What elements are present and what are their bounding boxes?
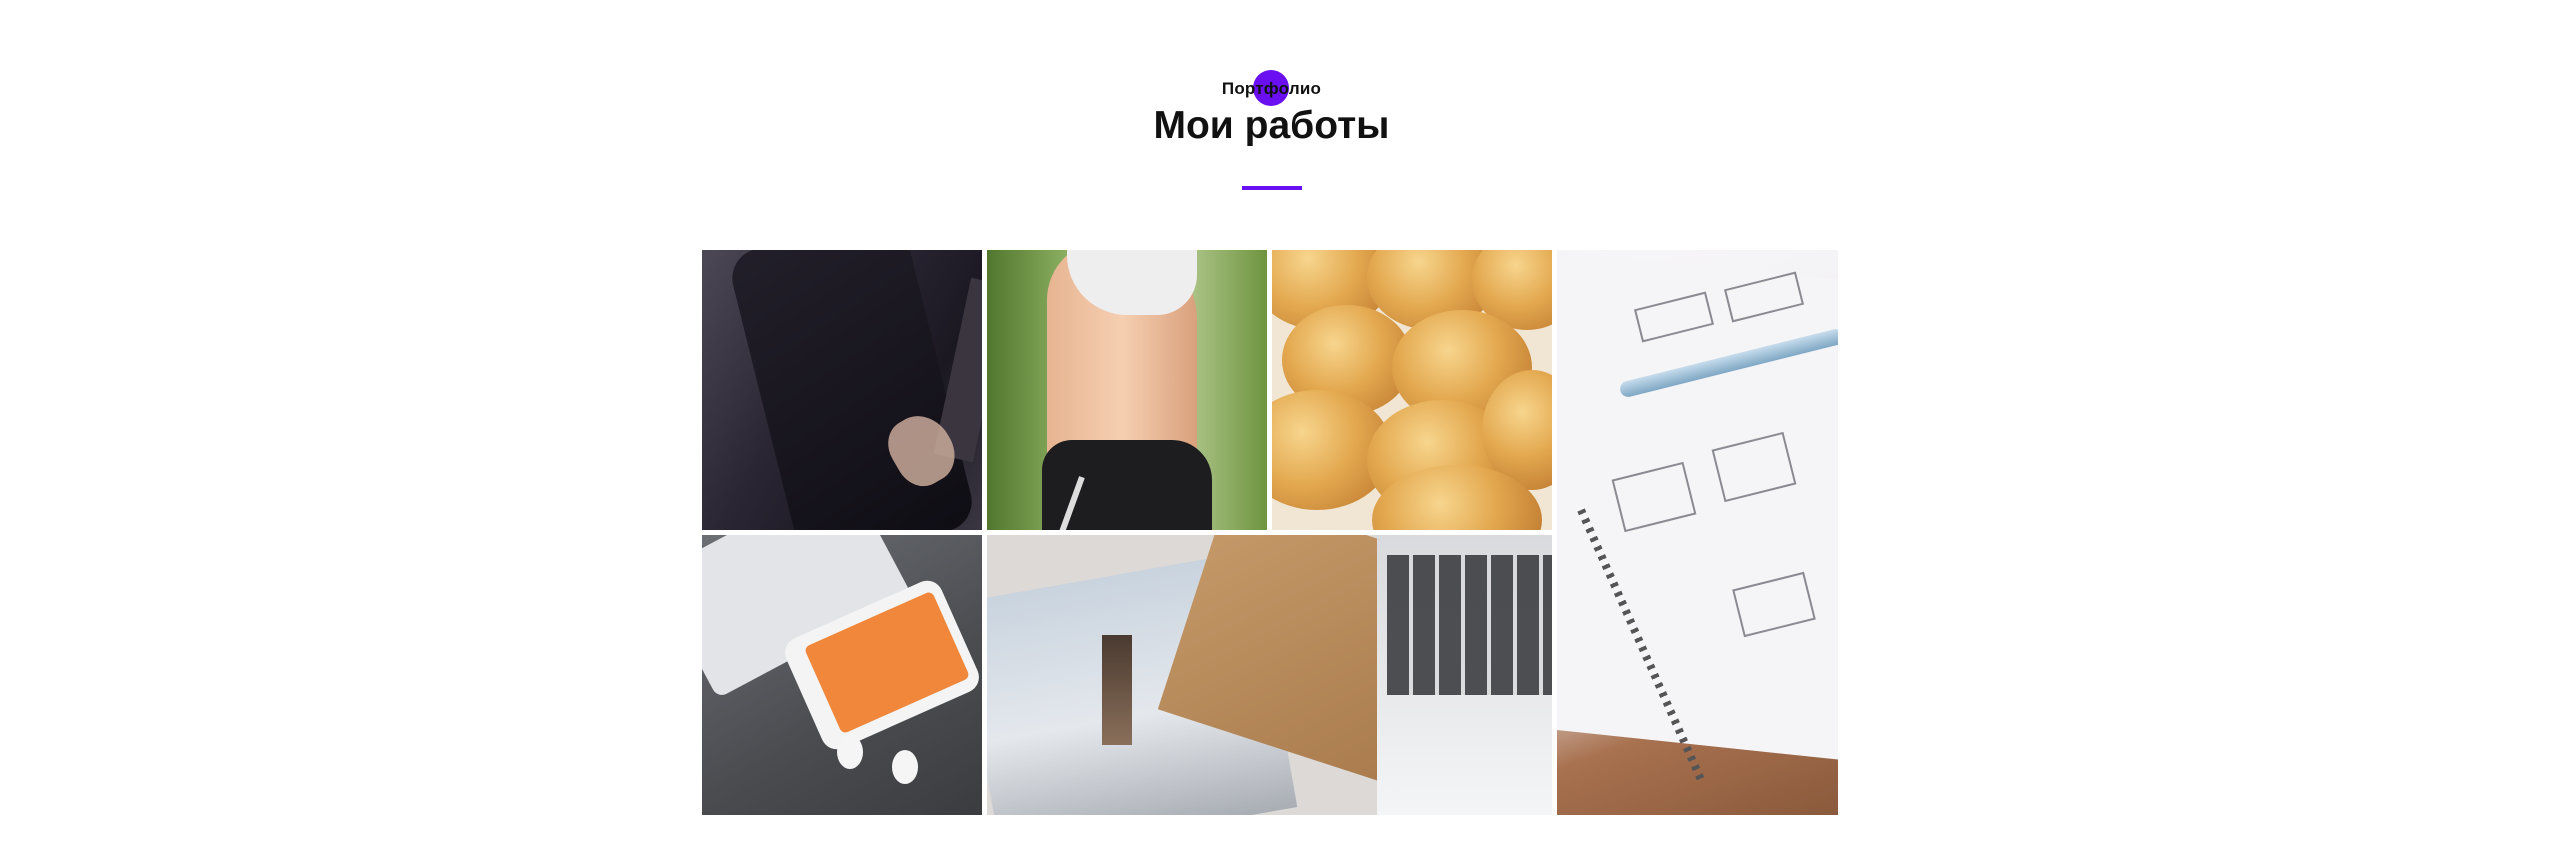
portfolio-item-car-door[interactable] bbox=[702, 250, 982, 530]
portfolio-grid bbox=[702, 250, 1838, 815]
portfolio-item-runner[interactable] bbox=[987, 250, 1267, 530]
portfolio-item-phone[interactable] bbox=[702, 535, 982, 815]
section-title: Мои работы bbox=[1153, 104, 1390, 147]
portfolio-item-bread[interactable] bbox=[1272, 250, 1552, 530]
section-eyebrow: Портфолио bbox=[1221, 79, 1322, 98]
portfolio-item-lighthouse[interactable] bbox=[987, 535, 1552, 815]
portfolio-item-wireframe[interactable] bbox=[1557, 250, 1838, 815]
eyebrow-wrap: Портфолио bbox=[0, 70, 2543, 106]
portfolio-section: Портфолио Мои работы bbox=[0, 0, 2543, 868]
title-divider bbox=[1242, 186, 1302, 190]
